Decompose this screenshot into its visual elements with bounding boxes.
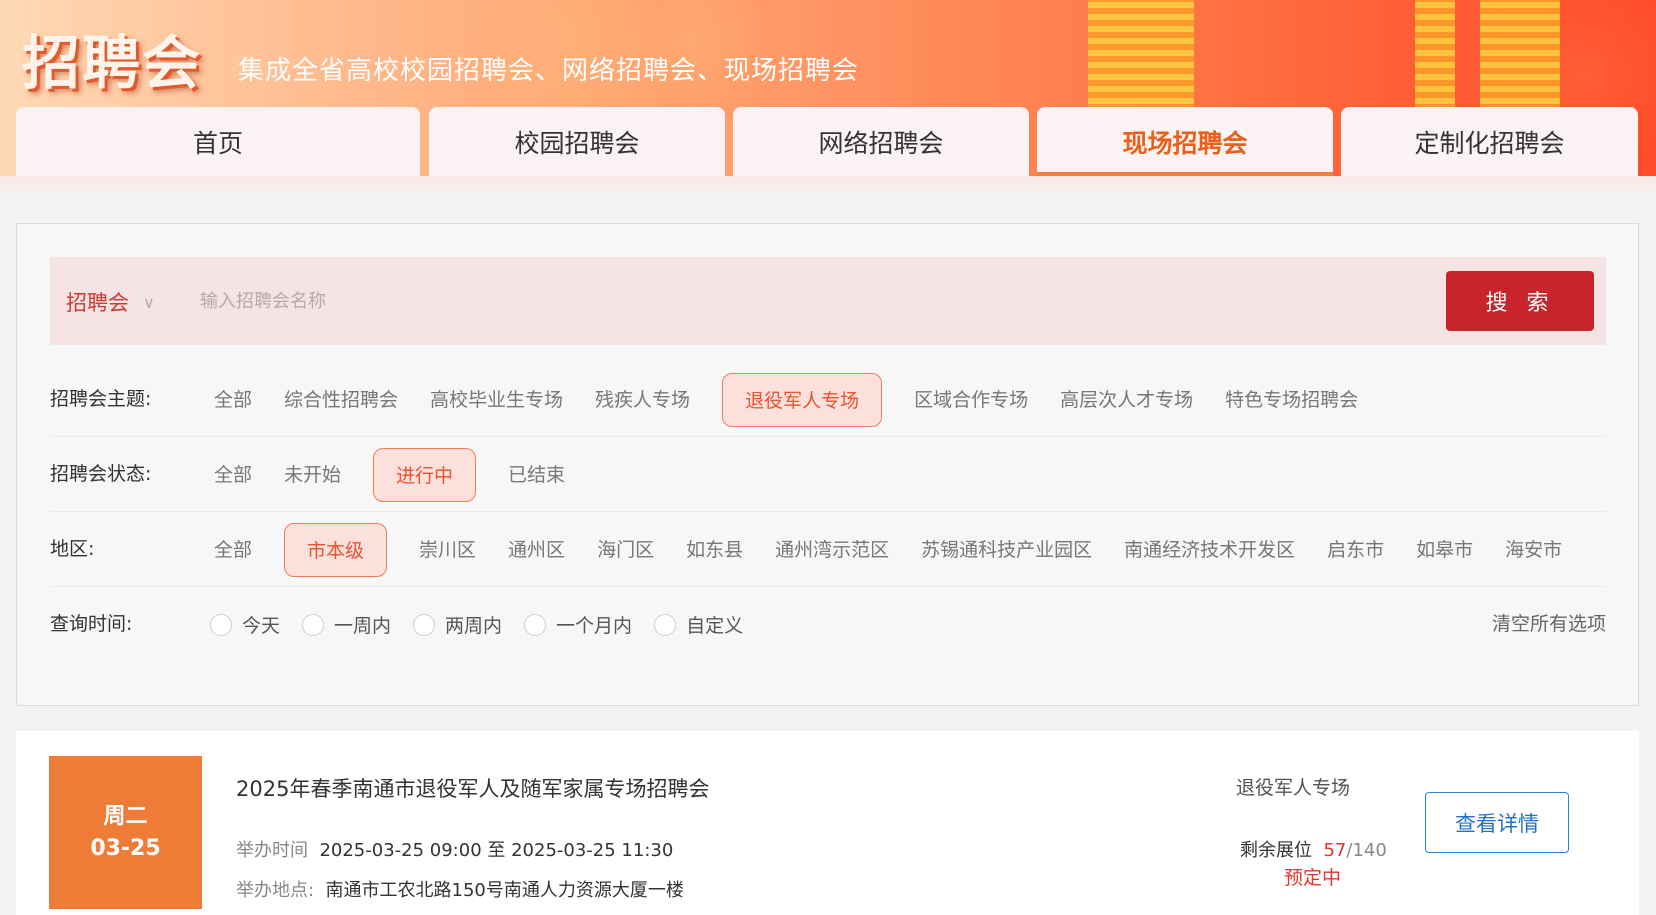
status-option[interactable]: 已结束 [492, 448, 581, 502]
booth-status: 预定中 [1284, 867, 1342, 889]
site-logo: 招聘会 [22, 29, 203, 97]
booth-label: 剩余展位 [1240, 840, 1312, 861]
decor-building [1480, 0, 1560, 116]
status-option-selected[interactable]: 进行中 [373, 447, 477, 502]
region-option[interactable]: 如皋市 [1400, 523, 1489, 577]
region-option[interactable]: 如东县 [670, 523, 759, 577]
fair-time-label: 举办时间 [236, 840, 308, 861]
theme-option[interactable]: 特色专场招聘会 [1209, 373, 1374, 427]
theme-option[interactable]: 全部 [198, 373, 268, 427]
region-option[interactable]: 通州湾示范区 [759, 523, 905, 577]
tab-campus-fair[interactable]: 校园招聘会 [429, 107, 725, 176]
view-detail-button[interactable]: 查看详情 [1425, 792, 1569, 853]
time-radio-custom[interactable]: 自定义 [654, 611, 743, 638]
region-option[interactable]: 海安市 [1489, 523, 1578, 577]
region-option[interactable]: 崇川区 [403, 523, 492, 577]
radio-circle[interactable] [302, 613, 325, 636]
search-type-select[interactable]: 招聘会 ∨ [66, 287, 155, 317]
tab-label: 校园招聘会 [514, 128, 640, 158]
decor-building [1088, 0, 1194, 116]
fair-time: 举办时间 2025-03-25 09:00 至 2025-03-25 11:30 [236, 836, 673, 862]
tab-label: 首页 [192, 128, 243, 158]
fair-time-value: 2025-03-25 09:00 至 2025-03-25 11:30 [319, 840, 674, 861]
filter-label: 招聘会状态: [50, 463, 152, 485]
filter-label: 招聘会主题: [50, 388, 152, 410]
fair-place: 举办地点: 南通市工农北路150号南通人力资源大厦一楼 [236, 876, 684, 902]
region-option[interactable]: 苏锡通科技产业园区 [905, 523, 1108, 577]
date-weekday: 周二 [103, 803, 148, 829]
theme-option[interactable]: 综合性招聘会 [268, 373, 414, 427]
tab-onsite-fair[interactable]: 现场招聘会 [1037, 107, 1333, 176]
time-radio-week[interactable]: 一周内 [302, 611, 391, 638]
clear-all-link[interactable]: 清空所有选项 [1492, 587, 1606, 662]
status-option[interactable]: 未开始 [268, 448, 357, 502]
date-box: 周二 03-25 [49, 756, 202, 909]
filter-row-time: 查询时间: 今天 一周内 两周内 一个月内 自定义 清空所有选项 [50, 587, 1606, 662]
nav-shadow [0, 176, 1656, 198]
time-radio-two-weeks[interactable]: 两周内 [413, 611, 502, 638]
main-nav: 首页 校园招聘会 网络招聘会 现场招聘会 定制化招聘会 [16, 107, 1638, 176]
filter-options: 全部 综合性招聘会 高校毕业生专场 残疾人专场 退役军人专场 区域合作专场 高层… [198, 362, 1374, 437]
region-option[interactable]: 海门区 [581, 523, 670, 577]
time-radio-group: 今天 一周内 两周内 一个月内 自定义 [210, 587, 765, 662]
search-type-label: 招聘会 [66, 291, 129, 315]
tab-label: 网络招聘会 [818, 128, 944, 158]
fair-place-value: 南通市工农北路150号南通人力资源大厦一楼 [325, 880, 684, 901]
tab-label: 现场招聘会 [1122, 128, 1248, 158]
header-slogan: 集成全省高校校园招聘会、网络招聘会、现场招聘会 [238, 56, 860, 86]
filter-options: 全部 市本级 崇川区 通州区 海门区 如东县 通州湾示范区 苏锡通科技产业园区 … [198, 512, 1578, 587]
filter-options: 全部 未开始 进行中 已结束 [198, 437, 581, 512]
theme-option[interactable]: 高层次人才专场 [1044, 373, 1209, 427]
filter-row-region: 地区: 全部 市本级 崇川区 通州区 海门区 如东县 通州湾示范区 苏锡通科技产… [50, 512, 1606, 587]
status-option[interactable]: 全部 [198, 448, 268, 502]
radio-circle[interactable] [210, 613, 232, 636]
tab-online-fair[interactable]: 网络招聘会 [733, 107, 1029, 176]
radio-circle[interactable] [524, 613, 547, 636]
date-day: 03-25 [90, 835, 161, 861]
theme-option[interactable]: 高校毕业生专场 [414, 373, 579, 427]
search-button[interactable]: 搜 索 [1446, 271, 1594, 331]
region-option[interactable]: 启东市 [1311, 523, 1400, 577]
booth-count: 剩余展位 57/140 [1240, 836, 1387, 862]
radio-label: 自定义 [686, 615, 744, 637]
radio-label: 两周内 [445, 615, 503, 637]
theme-option[interactable]: 区域合作专场 [898, 373, 1044, 427]
time-radio-month[interactable]: 一个月内 [524, 611, 632, 638]
region-option[interactable]: 通州区 [492, 523, 581, 577]
fair-theme-tag: 退役军人专场 [1236, 777, 1351, 799]
time-radio-today[interactable]: 今天 [210, 611, 280, 638]
region-option-selected[interactable]: 市本级 [284, 522, 388, 577]
theme-option[interactable]: 残疾人专场 [579, 373, 706, 427]
booth-left: 57 [1323, 840, 1347, 861]
filter-label: 查询时间: [50, 613, 133, 635]
radio-circle[interactable] [654, 613, 677, 636]
fair-title[interactable]: 2025年春季南通市退役军人及随军家属专场招聘会 [236, 773, 709, 803]
tab-label: 定制化招聘会 [1414, 128, 1565, 158]
filter-row-theme: 招聘会主题: 全部 综合性招聘会 高校毕业生专场 残疾人专场 退役军人专场 区域… [50, 362, 1606, 437]
radio-label: 一周内 [334, 615, 392, 637]
tab-custom-fair[interactable]: 定制化招聘会 [1341, 107, 1638, 176]
filter-row-status: 招聘会状态: 全部 未开始 进行中 已结束 [50, 437, 1606, 512]
booth-total: 140 [1352, 840, 1387, 861]
region-option[interactable]: 全部 [198, 523, 268, 577]
chevron-down-icon: ∨ [143, 292, 155, 312]
search-bar: 招聘会 ∨ 搜 索 [50, 257, 1606, 345]
filter-label: 地区: [50, 538, 95, 560]
radio-label: 今天 [242, 615, 281, 637]
search-input[interactable] [200, 281, 1250, 321]
region-option[interactable]: 南通经济技术开发区 [1108, 523, 1311, 577]
tab-home[interactable]: 首页 [16, 107, 420, 176]
radio-circle[interactable] [413, 613, 436, 636]
fair-place-label: 举办地点: [236, 880, 315, 901]
filter-panel: 招聘会 ∨ 搜 索 招聘会主题: 全部 综合性招聘会 高校毕业生专场 残疾人专场… [16, 223, 1639, 706]
fair-card: 周二 03-25 2025年春季南通市退役军人及随军家属专场招聘会 举办时间 2… [16, 731, 1639, 915]
theme-option-selected[interactable]: 退役军人专场 [722, 372, 883, 427]
radio-label: 一个月内 [556, 615, 633, 637]
decor-building [1415, 0, 1455, 116]
